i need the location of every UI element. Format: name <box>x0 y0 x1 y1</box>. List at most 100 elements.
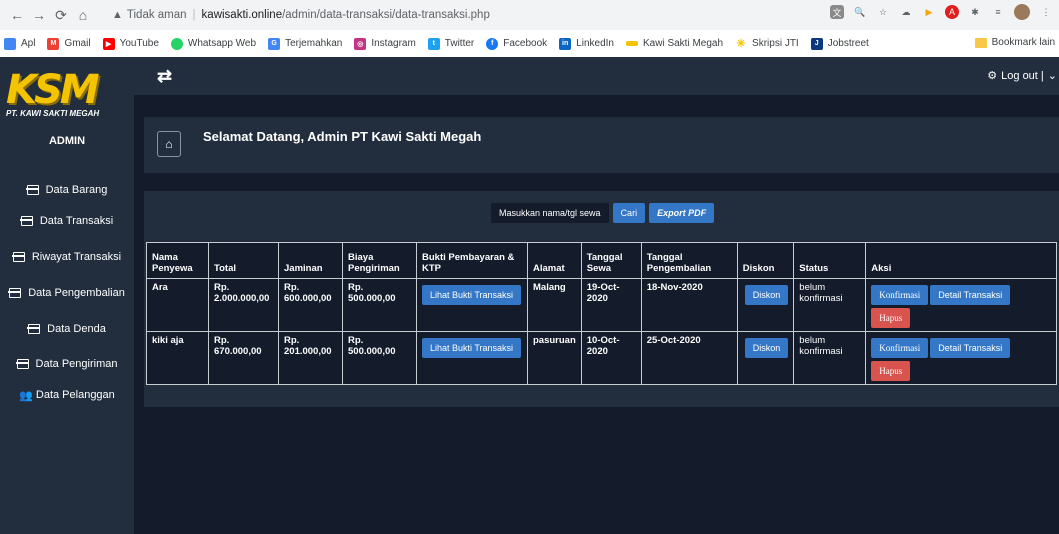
whatsapp-icon <box>170 37 183 50</box>
sidebar-item-data-pengembalian[interactable]: Data Pengembalian <box>0 283 134 303</box>
detail-button[interactable]: Detail Transaksi <box>930 285 1011 305</box>
cell-total: Rp. 2.000.000,00 <box>208 278 279 332</box>
admin-label: ADMIN <box>48 135 86 147</box>
jobstreet-icon: J <box>810 37 823 50</box>
cell-tgl-kembali: 18-Nov-2020 <box>640 278 738 332</box>
home-browser-icon[interactable]: ⌂ <box>72 4 94 26</box>
bookmark-label: Gmail <box>64 38 91 49</box>
bookmark-item[interactable]: t Twitter <box>427 37 474 50</box>
column-header: Tanggal Sewa <box>580 242 642 279</box>
bookmark-item[interactable]: ◎ Instagram <box>354 37 416 50</box>
menu-dots-icon[interactable]: ⋮ <box>1039 5 1053 19</box>
abp-icon[interactable]: A <box>945 5 959 19</box>
table-row: Ara Rp. 2.000.000,00 Rp. 600.000,00 Rp. … <box>146 278 1057 332</box>
bookmark-item[interactable]: Kawi Sakti Megah <box>625 38 724 49</box>
transaction-table: Nama Penyewa Total Jaminan Biaya Pengiri… <box>146 242 1057 385</box>
sidebar-item-data-pengiriman[interactable]: Data Pengiriman <box>0 354 134 374</box>
discount-button[interactable]: Diskon <box>744 338 789 358</box>
bookmark-item[interactable]: J Jobstreet <box>810 37 869 50</box>
logout-button[interactable]: ⚙ Log out | ⌄ <box>987 69 1057 83</box>
bookmark-item[interactable]: f Facebook <box>486 37 547 50</box>
transaction-panel: Masukkan nama/tgl sewa Cari Export PDF N… <box>144 191 1059 407</box>
translate-icon[interactable]: 文 <box>830 5 844 19</box>
cell-tgl-sewa: 19-Oct-2020 <box>580 278 642 332</box>
search-input[interactable]: Masukkan nama/tgl sewa <box>491 203 609 223</box>
search-row: Masukkan nama/tgl sewa Cari Export PDF <box>491 203 715 223</box>
cell-total: Rp. 670.000,00 <box>208 331 279 385</box>
cell-alamat: Malang <box>527 278 582 332</box>
gear-icon: ⚙ <box>987 70 998 82</box>
forward-icon[interactable]: → <box>28 4 50 26</box>
column-header: Status <box>793 242 867 279</box>
sidebar-item-data-transaksi[interactable]: Data Transaksi <box>0 211 134 231</box>
bookmark-item[interactable]: Whatsapp Web <box>170 37 256 50</box>
profile-avatar-icon[interactable] <box>1014 4 1030 20</box>
delete-button[interactable]: Hapus <box>871 361 911 381</box>
welcome-title: Selamat Datang, Admin PT Kawi Sakti Mega… <box>203 129 482 144</box>
cell-tgl-sewa: 10-Oct-2020 <box>580 331 642 385</box>
bookmark-item[interactable]: ✳ Skripsi JTI <box>735 38 798 50</box>
bookmark-label: LinkedIn <box>576 38 614 49</box>
export-pdf-button[interactable]: Export PDF <box>649 203 715 223</box>
sidebar-item-label: Data Pengiriman <box>35 358 118 370</box>
table-header-row: Nama Penyewa Total Jaminan Biaya Pengiri… <box>146 242 1057 279</box>
sidebar-item-riwayat-transaksi[interactable]: Riwayat Transaksi <box>0 247 134 267</box>
discount-button[interactable]: Diskon <box>744 285 789 305</box>
detail-button[interactable]: Detail Transaksi <box>930 338 1011 358</box>
bookmark-folder[interactable]: Bookmark lain <box>974 37 1055 48</box>
column-header: Tanggal Pengembalian <box>640 242 738 279</box>
back-icon[interactable]: ← <box>6 4 28 26</box>
sidebar-item-label: Data Transaksi <box>39 215 114 227</box>
zoom-icon[interactable]: 🔍 <box>853 5 867 19</box>
logo-mark: KSM <box>6 67 100 113</box>
chevron-down-icon: ⌄ <box>1047 70 1057 82</box>
column-header: Jaminan <box>278 242 343 279</box>
url-field[interactable]: ▲ Tidak aman | kawisakti.online /admin/d… <box>112 4 902 26</box>
bookmark-label: Kawi Sakti Megah <box>642 38 724 49</box>
play-icon[interactable]: ▶ <box>922 5 936 19</box>
bookmark-item[interactable]: M Gmail <box>47 37 91 50</box>
sidebar-item-data-barang[interactable]: Data Barang <box>0 180 134 200</box>
cell-diskon: Diskon <box>736 278 795 332</box>
sidebar-item-label: Data Pelanggan <box>35 389 115 401</box>
cell-aksi: Konfirmasi Detail Transaksi Hapus <box>865 278 1057 332</box>
url-separator: | <box>192 9 196 21</box>
cloud-icon[interactable]: ☁ <box>899 5 913 19</box>
bookmark-label: YouTube <box>119 38 159 49</box>
table-row: kiki aja Rp. 670.000,00 Rp. 201.000,00 R… <box>146 331 1057 385</box>
folder-open-icon <box>15 359 29 369</box>
linkedin-icon: in <box>559 37 572 50</box>
company-logo: KSM PT. KAWI SAKTI MEGAH <box>6 69 128 129</box>
url-path: /admin/data-transaksi/data-transaksi.php <box>282 9 490 21</box>
browser-chrome: ← → ⟳ ⌂ ▲ Tidak aman | kawisakti.online … <box>0 0 1059 57</box>
sidebar-toggle-icon[interactable]: ⇄ <box>157 66 172 87</box>
star-icon[interactable]: ☆ <box>876 5 890 19</box>
reload-icon[interactable]: ⟳ <box>50 4 72 26</box>
translate-bookmark-icon: G <box>268 37 281 50</box>
sidebar-item-data-denda[interactable]: Data Denda <box>0 319 134 339</box>
confirm-button[interactable]: Konfirmasi <box>871 285 929 305</box>
delete-button[interactable]: Hapus <box>871 308 911 328</box>
cell-biaya: Rp. 500.000,00 <box>342 278 417 332</box>
bookmark-item[interactable]: in LinkedIn <box>559 37 614 50</box>
bookmark-item[interactable]: G Terjemahkan <box>268 37 343 50</box>
view-proof-button[interactable]: Lihat Bukti Transaksi <box>422 338 522 358</box>
puzzle-icon[interactable]: ✱ <box>968 5 982 19</box>
view-proof-button[interactable]: Lihat Bukti Transaksi <box>422 285 522 305</box>
playlist-icon[interactable]: ≡ <box>991 5 1005 19</box>
sidebar: KSM PT. KAWI SAKTI MEGAH ADMIN Data Bara… <box>0 57 134 534</box>
bookmark-label: Terjemahkan <box>285 38 343 49</box>
gmail-icon: M <box>47 37 60 50</box>
bookmark-item[interactable]: Apl <box>4 37 35 50</box>
column-header: Nama Penyewa <box>146 242 209 279</box>
extension-icons: 文 🔍 ☆ ☁ ▶ A ✱ ≡ ⋮ <box>830 4 1053 20</box>
main-content: ⌂ Selamat Datang, Admin PT Kawi Sakti Me… <box>134 95 1059 534</box>
confirm-button[interactable]: Konfirmasi <box>871 338 929 358</box>
search-button[interactable]: Cari <box>612 203 646 223</box>
bookmark-item[interactable]: ▶ YouTube <box>102 37 159 50</box>
cell-aksi: Konfirmasi Detail Transaksi Hapus <box>865 331 1057 385</box>
bookmark-label: Instagram <box>371 38 416 49</box>
home-icon[interactable]: ⌂ <box>157 131 181 157</box>
column-header: Biaya Pengiriman <box>342 242 417 279</box>
sidebar-item-data-pelanggan[interactable]: 👥 Data Pelanggan <box>0 385 134 405</box>
